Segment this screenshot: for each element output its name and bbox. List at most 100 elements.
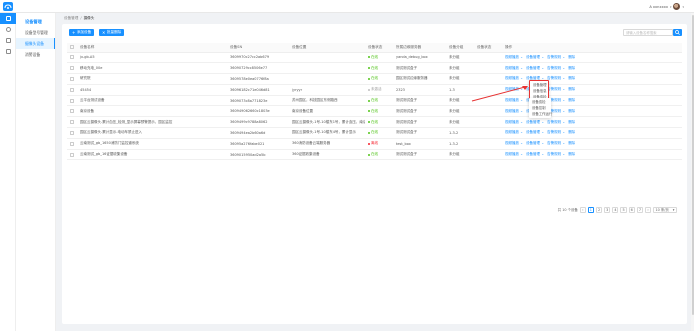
delete-link[interactable]: 删除 (568, 130, 575, 134)
table-row[interactable]: jx-gb-A5 3609970c27cc2ab679 在线 yanda_debug_… (67, 52, 682, 64)
device-manage-link[interactable]: 设备管理 ⌄ (526, 66, 544, 70)
cell-sn: 36090729cc8506e77 (227, 62, 289, 75)
alarm-rules-link[interactable]: 告警规则 ⌄ (547, 66, 565, 70)
alarm-rules-link[interactable]: 告警规则 ⌄ (547, 87, 565, 91)
cell-server: 测试测试盒子 (393, 105, 446, 118)
rail-grid-icon[interactable] (0, 35, 16, 46)
row-checkbox[interactable] (67, 73, 77, 85)
page-button[interactable]: 1 (587, 206, 594, 213)
alarm-rules-link[interactable]: 告警规则 ⌄ (547, 141, 565, 145)
delete-link[interactable]: 删除 (568, 98, 575, 102)
delete-link[interactable]: 删除 (568, 87, 575, 91)
delete-link[interactable]: 删除 (568, 66, 575, 70)
alarm-rules-link[interactable]: 告警规则 ⌄ (547, 152, 565, 156)
row-checkbox[interactable] (67, 62, 77, 75)
video-play-link[interactable]: 视频播放 ⌄ (505, 66, 523, 70)
page-size-select[interactable]: 10 条/页 ▾ (653, 206, 677, 213)
alarm-rules-link[interactable]: 告警规则 ⌄ (547, 120, 565, 124)
cell-group: 未分组 (446, 105, 474, 118)
page-button[interactable]: 5 (620, 206, 627, 213)
status-dot-icon (368, 56, 370, 59)
table-row[interactable]: 研究院 3609578e0ea0776f8a 在线 园区测试边缘服务器 未分组 视频播放 … (67, 73, 682, 85)
search-input[interactable]: 请输入设备名称搜索 (623, 29, 673, 36)
delete-link[interactable]: 删除 (568, 55, 575, 59)
cell-actions: 视频播放 ⌄设备管理 ⌄告警规则 ⌄删除 (502, 62, 682, 75)
cell-location: jyryyr (289, 84, 365, 96)
next-page-button[interactable]: › (645, 206, 651, 213)
row-checkbox[interactable] (67, 105, 77, 118)
video-play-link[interactable]: 视频播放 ⌄ (505, 55, 523, 59)
cell-actions: 视频播放 ⌄设备管理 ⌄告警规则 ⌄删除 (502, 138, 682, 150)
search-icon (675, 30, 680, 35)
status-dot-icon (368, 77, 370, 80)
batch-delete-button[interactable]: ✕ 批量删除 (99, 29, 125, 36)
rail-location-icon[interactable] (0, 24, 16, 35)
page-button[interactable]: 4 (612, 206, 619, 213)
avatar[interactable] (673, 3, 681, 10)
row-checkbox[interactable] (67, 149, 77, 161)
video-play-link[interactable]: 视频播放 ⌄ (505, 76, 523, 80)
table-row[interactable]: 云南测试_gb_1650消防门监控道系统 36095a276fabe021 360消… (67, 138, 682, 150)
page-button[interactable]: 3 (604, 206, 611, 213)
row-checkbox[interactable] (67, 95, 77, 107)
video-play-link[interactable]: 视频播放 ⌄ (505, 130, 523, 134)
video-play-link[interactable]: 视频播放 ⌄ (505, 152, 523, 156)
add-device-label: 添加设备 (76, 30, 92, 34)
pagination-total: 共 10 个设备 (557, 208, 578, 212)
device-manage-link[interactable]: 设备管理 ⌄ (526, 130, 544, 134)
alarm-rules-link[interactable]: 告警规则 ⌄ (547, 76, 565, 80)
table-row[interactable]: 南京设备 360949062660c1803e 南京设备位置 在线 测试测试盒子 未分组 视… (67, 105, 682, 118)
page-button[interactable]: 7 (636, 206, 643, 213)
row-checkbox[interactable] (67, 52, 77, 64)
table-row[interactable]: 云平台测试设备 3609073c8a771823e 苏州园区，科技园区东侧路西 在线 测… (67, 95, 682, 107)
row-checkbox[interactable] (67, 116, 77, 129)
device-manage-link[interactable]: 设备管理 ⌄ (526, 141, 544, 145)
breadcrumb-parent[interactable]: 设备管理 (64, 16, 78, 20)
add-device-button[interactable]: + 添加设备 (69, 29, 95, 36)
cell-state (474, 138, 502, 150)
page-button[interactable]: 2 (595, 206, 603, 213)
video-play-link[interactable]: 视频播放 ⌄ (505, 120, 523, 124)
delete-link[interactable]: 删除 (568, 152, 575, 156)
select-all-checkbox[interactable] (67, 43, 77, 53)
alarm-rules-link[interactable]: 告警规则 ⌄ (547, 55, 565, 59)
rail-device-icon[interactable] (0, 13, 16, 24)
cell-group: 未分组 (446, 62, 474, 75)
device-manage-link[interactable]: 设备管理 ⌄ (526, 152, 544, 156)
video-play-link[interactable]: 视频播放 ⌄ (505, 141, 523, 145)
cell-sn: 3609073c8a771823e (227, 95, 289, 107)
cell-actions: 视频播放 ⌄设备管理 ⌄告警规则 ⌄删除 (502, 116, 682, 129)
app-logo-icon[interactable] (3, 2, 13, 11)
sidebar-item-model[interactable]: 设备型号管理 (16, 27, 55, 38)
user-menu[interactable]: A xxnxxxx ▾ ▾ (649, 3, 684, 10)
table-row[interactable]: 45454 36096182c71e046d81 jyryyr 未激活 2323 1-3 视… (67, 84, 682, 96)
delete-link[interactable]: 删除 (568, 120, 575, 124)
cell-state (474, 73, 502, 85)
prev-page-button[interactable]: ‹ (579, 206, 586, 213)
table-row[interactable]: 云南测试_gb_16证据收集设备 3609015950ad2a5b 360证据收集设… (67, 149, 682, 161)
cell-status: 在线 (365, 149, 393, 161)
alarm-rules-link[interactable]: 告警规则 ⌄ (547, 130, 565, 134)
delete-link[interactable]: 删除 (568, 141, 575, 145)
video-play-link[interactable]: 视频播放 ⌄ (505, 109, 523, 113)
device-manage-link[interactable]: 设备管理 ⌄ (526, 120, 544, 124)
row-checkbox[interactable] (67, 127, 77, 139)
delete-link[interactable]: 删除 (568, 76, 575, 80)
delete-link[interactable]: 删除 (568, 109, 575, 113)
row-checkbox[interactable] (67, 84, 77, 96)
rail-settings-icon[interactable] (0, 46, 16, 57)
device-manage-link[interactable]: 设备管理 ⌄ (526, 55, 544, 59)
dropdown-item[interactable]: 设备工作运行 (529, 111, 552, 117)
sidebar-item-camera[interactable]: 摄像头设备 (16, 38, 55, 49)
sidebar-item-alarm[interactable]: 消警设备 (16, 49, 55, 60)
row-checkbox[interactable] (67, 138, 77, 150)
page-button[interactable]: 6 (628, 206, 635, 213)
table-row[interactable]: 园区云摄像头-累计显示-电动车禁止进入 3609494ea2b60a6d 园区云摄像… (67, 127, 682, 139)
breadcrumb-current: 摄像头 (83, 16, 95, 20)
search-button[interactable] (673, 29, 682, 36)
cell-status: 在线 (365, 62, 393, 75)
table-row[interactable]: 园区云摄像头-累计血压_检测_显示屏幕预警提示，园区监控 3609499c9788… (67, 116, 682, 129)
table-row[interactable]: 移动充电_00e 36090729cc8506e77 在线 测试测试盒子 未分组 视频播放… (67, 62, 682, 75)
cell-status: 在线 (365, 52, 393, 64)
scrollbar-thumb[interactable] (691, 15, 694, 315)
